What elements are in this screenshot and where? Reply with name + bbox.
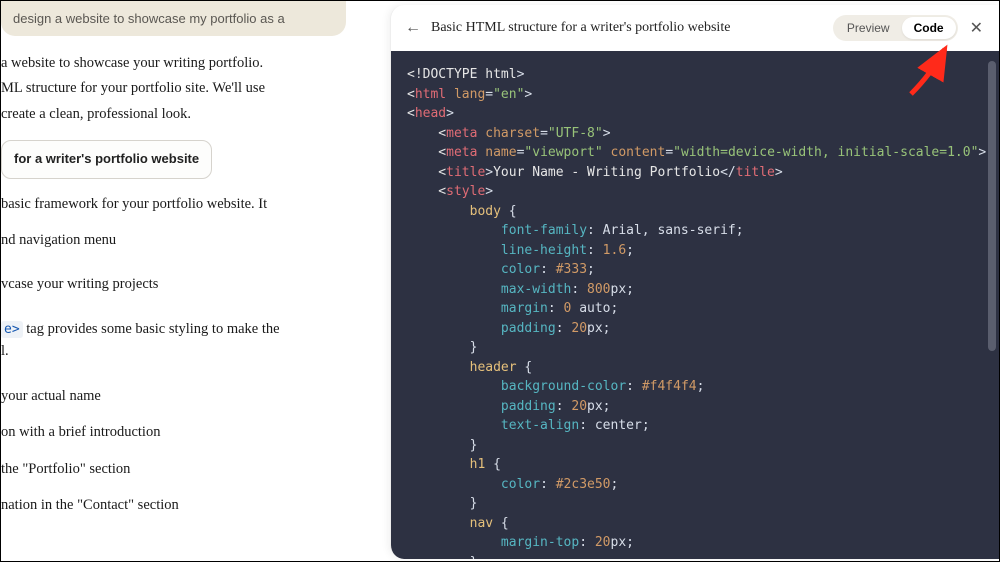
list-item: the "Portfolio" section xyxy=(1,458,346,480)
text-span: l. xyxy=(1,343,9,359)
code-button[interactable]: Code xyxy=(902,17,956,39)
list-item: vcase your writing projects xyxy=(1,273,346,295)
artifact-title: Basic HTML structure for a writer's port… xyxy=(431,20,823,36)
response-text: a website to showcase your writing portf… xyxy=(1,36,346,517)
list-item: nation in the "Contact" section xyxy=(1,494,346,516)
artifact-chip[interactable]: for a writer's portfolio website xyxy=(1,140,212,178)
list-item: e> tag provides some basic styling to ma… xyxy=(1,318,346,363)
text-line: create a clean, professional look. xyxy=(1,103,346,125)
artifact-header: ← Basic HTML structure for a writer's po… xyxy=(391,5,999,51)
user-prompt: design a website to showcase my portfoli… xyxy=(1,1,346,36)
inline-code: e> xyxy=(1,321,23,338)
back-arrow-icon[interactable]: ← xyxy=(405,19,421,37)
text-line: a website to showcase your writing portf… xyxy=(1,52,346,74)
list-item: your actual name xyxy=(1,385,346,407)
text-line: ML structure for your portfolio site. We… xyxy=(1,77,346,99)
preview-button[interactable]: Preview xyxy=(835,17,902,39)
list-item: on with a brief introduction xyxy=(1,421,346,443)
close-icon[interactable]: ✕ xyxy=(968,18,985,38)
scrollbar[interactable] xyxy=(988,61,996,351)
text-span: tag provides some basic styling to make … xyxy=(23,321,280,337)
list-item: nd navigation menu xyxy=(1,229,346,251)
code-viewer[interactable]: <!DOCTYPE html> <html lang="en"> <head> … xyxy=(391,51,999,559)
artifact-panel: ← Basic HTML structure for a writer's po… xyxy=(390,5,999,559)
view-toggle: Preview Code xyxy=(833,15,958,41)
text-line: basic framework for your portfolio websi… xyxy=(1,193,346,215)
chat-response-panel: design a website to showcase my portfoli… xyxy=(1,1,346,561)
